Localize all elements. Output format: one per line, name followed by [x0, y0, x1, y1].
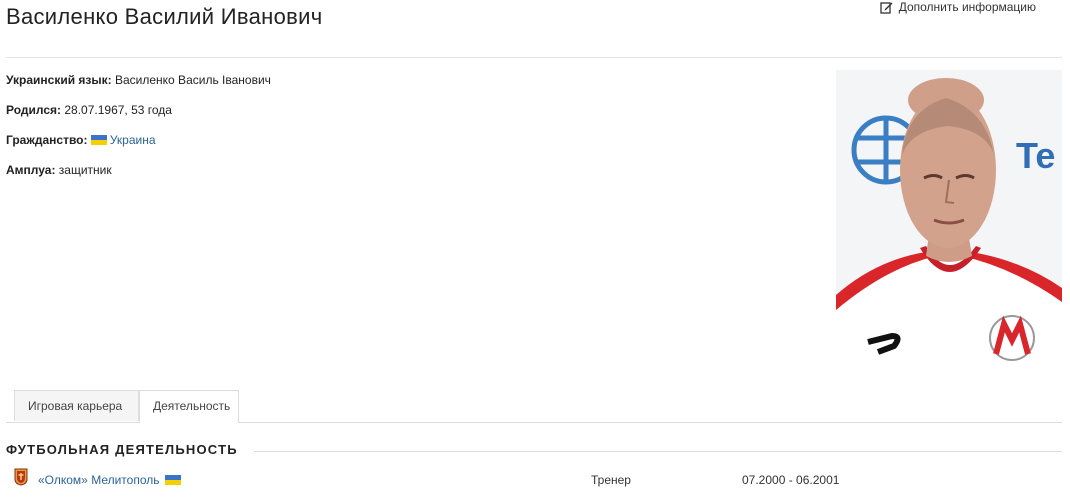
- player-facts: Украинский язык: Василенко Василь Іванов…: [6, 74, 271, 194]
- club-name: «Олком» Мелитополь: [38, 473, 160, 487]
- player-photo: Te: [836, 70, 1062, 370]
- section-title: ФУТБОЛЬНАЯ ДЕЯТЕЛЬНОСТЬ: [6, 442, 238, 457]
- fact-citizenship: Гражданство: Украина: [6, 134, 271, 164]
- tab-playing-career[interactable]: Игровая карьера: [14, 390, 139, 421]
- edit-icon: [880, 1, 893, 14]
- fact-value: защитник: [58, 163, 112, 177]
- activity-row: «Олком» Мелитополь Тренер 07.2000 - 06.2…: [14, 468, 1062, 490]
- edit-info-label: Дополнить информацию: [898, 0, 1036, 14]
- period-text: 07.2000 - 06.2001: [742, 473, 840, 487]
- fact-label: Украинский язык:: [6, 73, 112, 87]
- fact-born: Родился: 28.07.1967, 53 года: [6, 104, 271, 134]
- divider: [6, 57, 1062, 58]
- role-text: Тренер: [591, 473, 631, 487]
- club-link[interactable]: «Олком» Мелитополь: [38, 473, 184, 487]
- olkom-badge: [989, 315, 1035, 361]
- tab-bar: Игровая карьера Деятельность: [6, 390, 1062, 423]
- fact-label: Родился:: [6, 103, 62, 117]
- fact-position: Амплуа: защитник: [6, 164, 271, 194]
- page-title: Василенко Василий Иванович: [6, 4, 323, 29]
- background-text: Te: [1016, 135, 1055, 176]
- ukraine-flag-icon: [90, 135, 107, 145]
- fact-label: Амплуа:: [6, 163, 56, 177]
- fact-value: Василенко Василь Іванович: [114, 73, 271, 87]
- fact-label: Гражданство:: [6, 133, 88, 147]
- edit-info-link[interactable]: Дополнить информацию: [880, 0, 1036, 14]
- tab-activity[interactable]: Деятельность: [139, 390, 239, 423]
- citizenship-link[interactable]: Украина: [110, 133, 156, 147]
- fact-value: 28.07.1967, 53 года: [64, 103, 172, 117]
- club-crest-icon: [14, 468, 28, 489]
- ukraine-flag-icon: [164, 475, 181, 485]
- fact-ukrainian-name: Украинский язык: Василенко Василь Іванов…: [6, 74, 271, 104]
- section-divider: [254, 451, 1062, 452]
